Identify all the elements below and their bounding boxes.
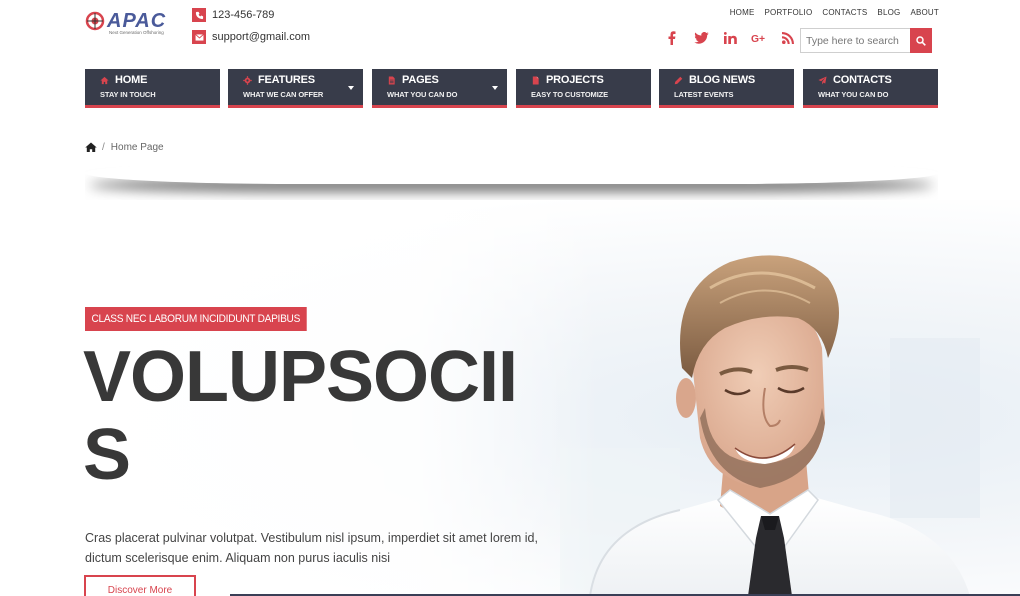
- nav-item-title: PROJECTS: [546, 74, 604, 86]
- document-icon: [388, 75, 395, 85]
- nav-item-subtitle: LATEST EVENTS: [674, 90, 734, 99]
- google-plus-icon[interactable]: G+: [751, 30, 767, 46]
- site-logo[interactable]: APAC Next Generation Offshoring: [85, 10, 167, 35]
- main-navigation: HOME STAY IN TOUCH FEATURES WHAT WE CAN …: [85, 69, 938, 108]
- nav-item-title: CONTACTS: [833, 74, 892, 86]
- nav-item-projects[interactable]: PROJECTS EASY TO CUSTOMIZE: [516, 69, 651, 108]
- search-box: [800, 28, 932, 53]
- nav-item-subtitle: WHAT YOU CAN DO: [818, 90, 889, 99]
- top-link-contacts[interactable]: CONTACTS: [822, 8, 867, 17]
- nav-item-title: FEATURES: [258, 74, 315, 86]
- discover-more-button[interactable]: Discover More: [84, 575, 196, 596]
- linkedin-icon[interactable]: [722, 30, 738, 46]
- phone-number: 123-456-789: [212, 9, 275, 21]
- chevron-down-icon: [348, 86, 354, 90]
- envelope-icon: [192, 30, 206, 44]
- paper-plane-icon: [818, 75, 827, 85]
- top-link-about[interactable]: ABOUT: [910, 8, 939, 17]
- social-links: G+: [664, 30, 796, 46]
- hero-title: VOLUPSOCIIS: [83, 337, 518, 495]
- top-link-blog[interactable]: BLOG: [877, 8, 900, 17]
- rss-icon[interactable]: [780, 30, 796, 46]
- hero-person-image: [560, 255, 980, 596]
- search-icon: [916, 35, 926, 46]
- email-address[interactable]: support@gmail.com: [212, 31, 310, 43]
- home-icon: [100, 76, 109, 84]
- file-icon: [532, 75, 539, 85]
- section-divider-shadow: [85, 152, 938, 200]
- logo-mark-icon: [85, 11, 105, 31]
- pencil-icon: [674, 76, 683, 84]
- nav-item-title: HOME: [115, 74, 148, 86]
- nav-item-blog-news[interactable]: BLOG NEWS LATEST EVENTS: [659, 69, 794, 108]
- nav-item-title: PAGES: [402, 74, 439, 86]
- nav-item-contacts[interactable]: CONTACTS WHAT YOU CAN DO: [803, 69, 938, 108]
- nav-item-subtitle: STAY IN TOUCH: [100, 90, 156, 99]
- chevron-down-icon: [492, 86, 498, 90]
- logo-text: APAC: [107, 10, 167, 32]
- email-contact: support@gmail.com: [192, 30, 310, 44]
- search-button[interactable]: [910, 28, 932, 53]
- gear-icon: [243, 75, 252, 85]
- phone-contact: 123-456-789: [192, 8, 274, 22]
- nav-item-subtitle: WHAT WE CAN OFFER: [243, 90, 324, 99]
- nav-item-title: BLOG NEWS: [689, 74, 756, 86]
- twitter-icon[interactable]: [693, 30, 709, 46]
- logo-tagline: Next Generation Offshoring: [109, 30, 164, 35]
- top-links: HOME PORTFOLIO CONTACTS BLOG ABOUT: [730, 8, 939, 17]
- top-link-portfolio[interactable]: PORTFOLIO: [765, 8, 813, 17]
- hero-tag: CLASS NEC LABORUM INCIDIDUNT DAPIBUS: [85, 307, 307, 331]
- top-link-home[interactable]: HOME: [730, 8, 755, 17]
- nav-item-features[interactable]: FEATURES WHAT WE CAN OFFER: [228, 69, 363, 108]
- nav-item-pages[interactable]: PAGES WHAT YOU CAN DO: [372, 69, 507, 108]
- search-input[interactable]: [800, 28, 910, 53]
- phone-icon: [192, 8, 206, 22]
- nav-item-subtitle: EASY TO CUSTOMIZE: [531, 90, 609, 99]
- nav-item-home[interactable]: HOME STAY IN TOUCH: [85, 69, 220, 108]
- nav-item-subtitle: WHAT YOU CAN DO: [387, 90, 458, 99]
- hero-description: Cras placerat pulvinar volutpat. Vestibu…: [85, 531, 538, 565]
- facebook-icon[interactable]: [664, 30, 680, 46]
- svg-text:G+: G+: [751, 34, 765, 44]
